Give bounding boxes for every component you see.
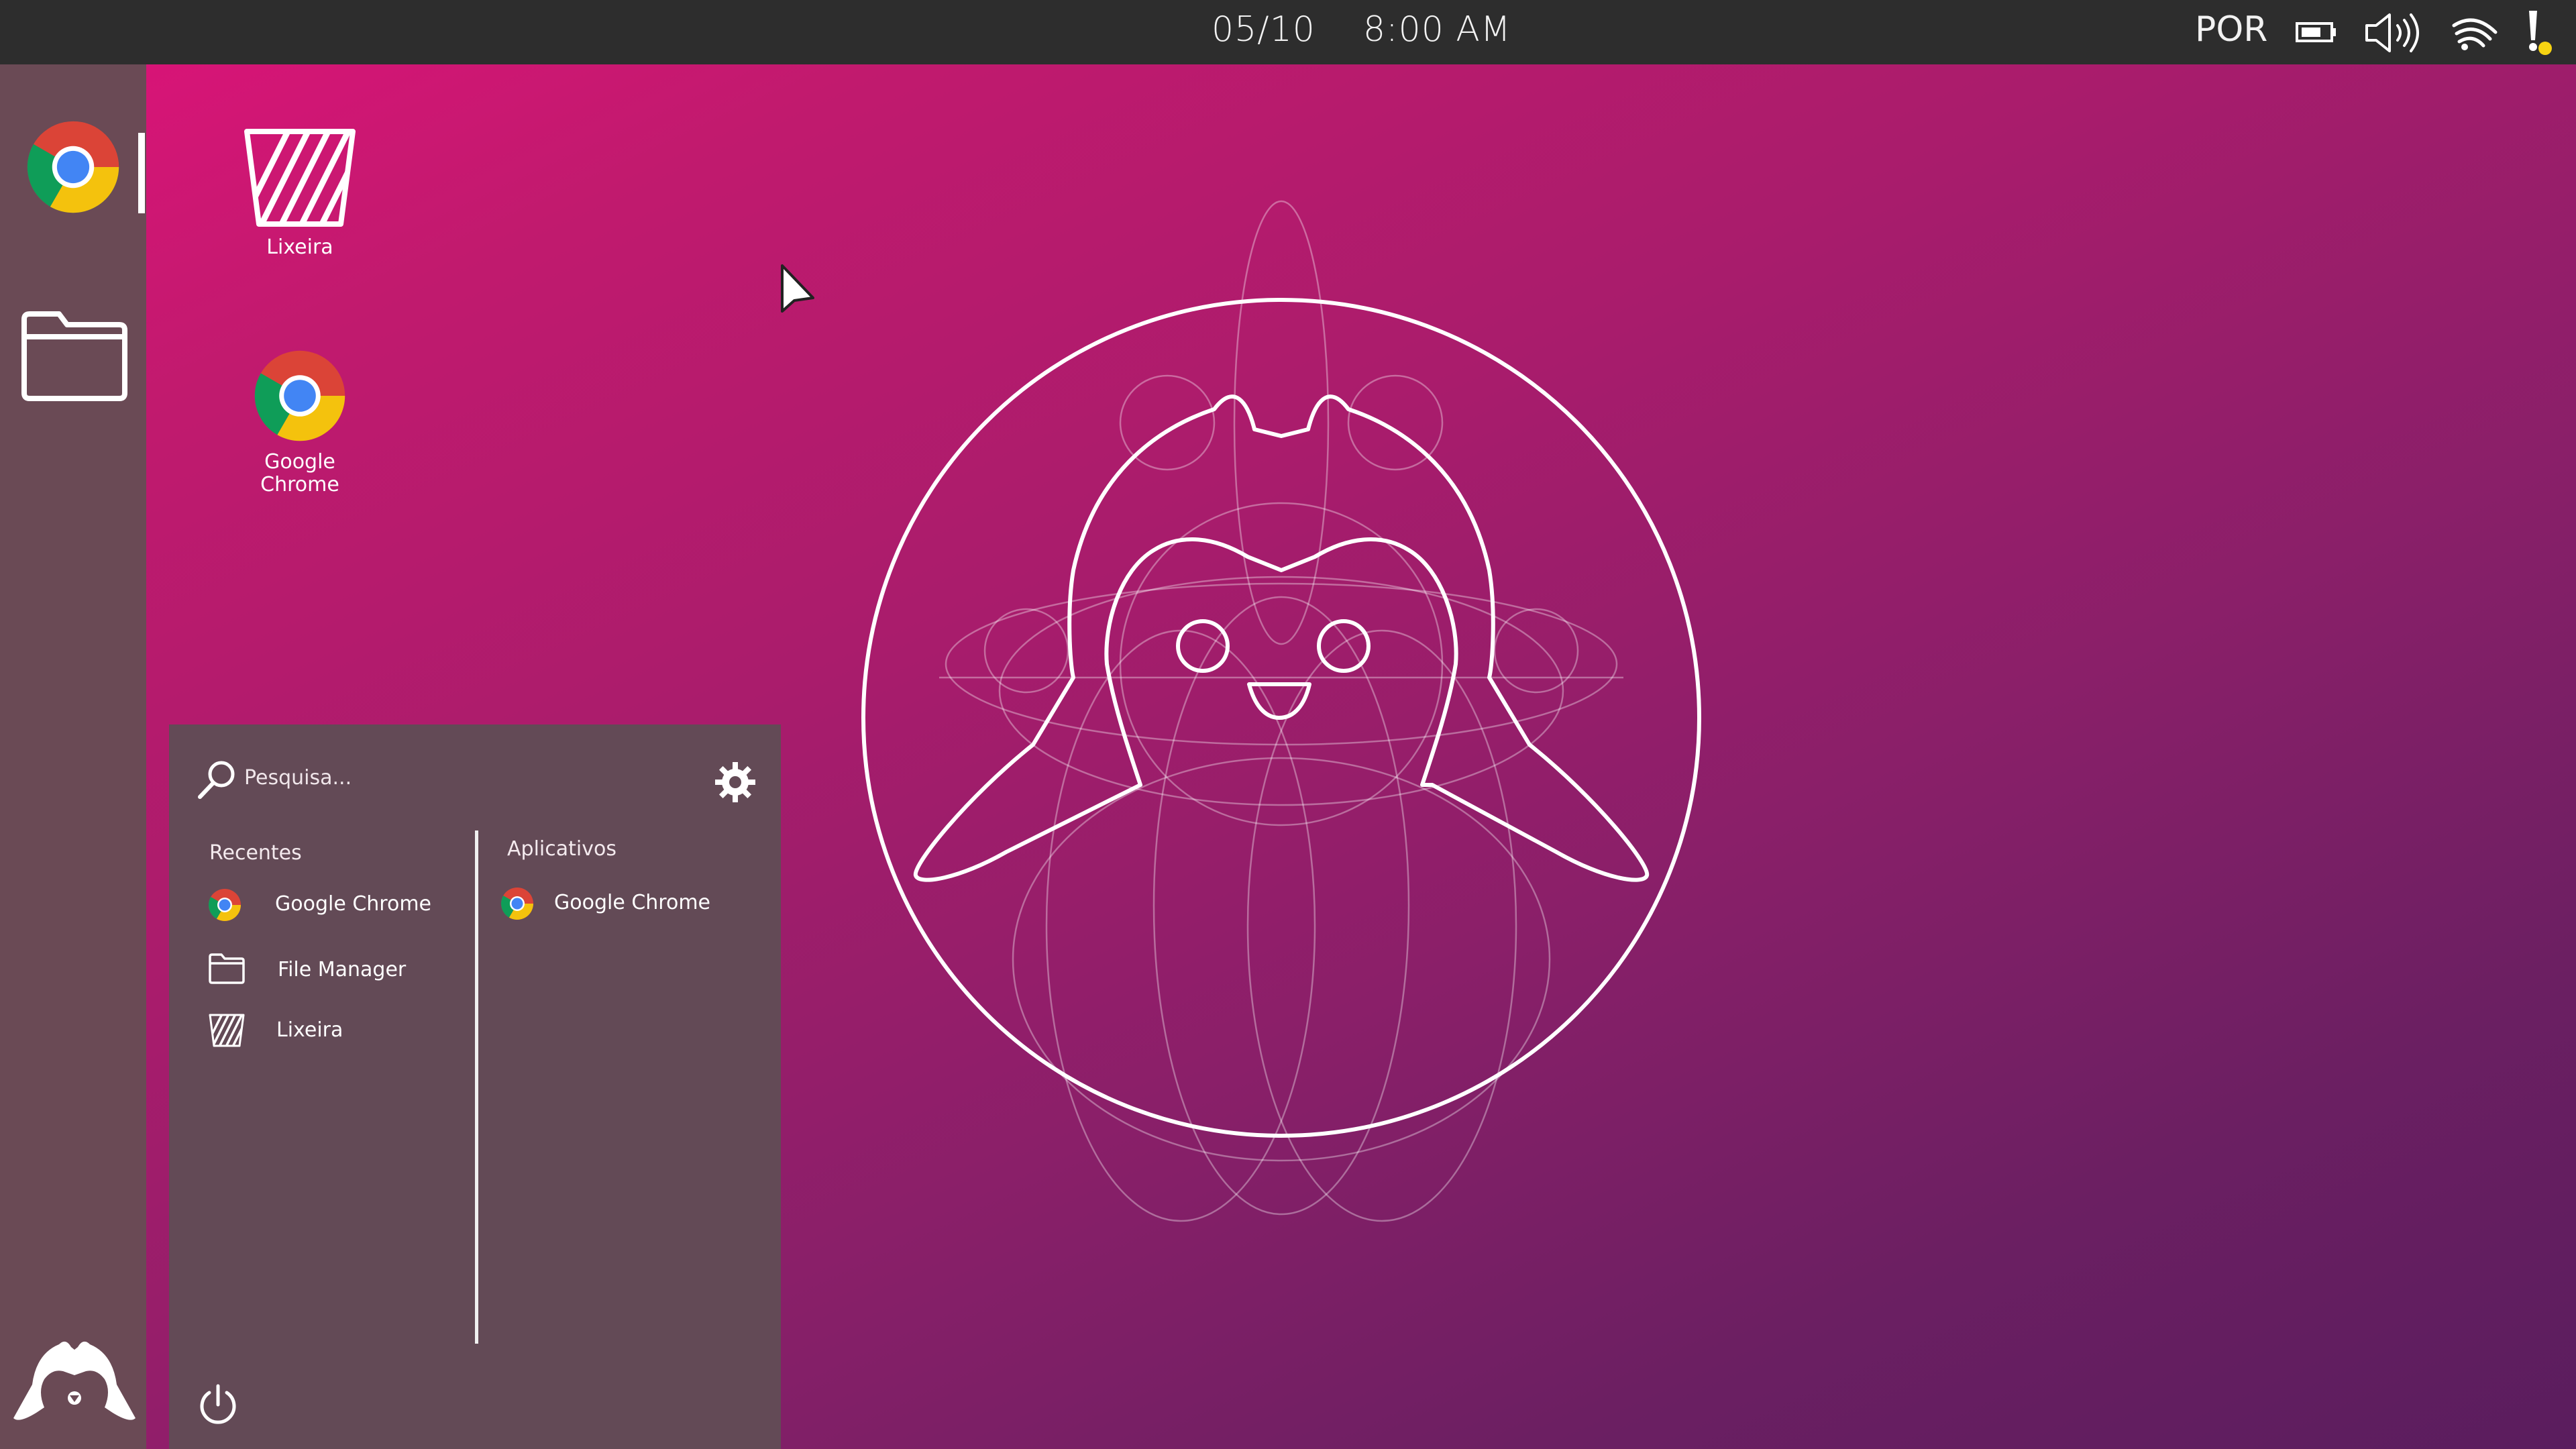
recent-item-label: Google Chrome [275,892,431,916]
notification-alert-icon[interactable] [2524,8,2557,56]
time-display[interactable]: 8:00 AM [1363,9,1511,50]
dock-chrome-icon[interactable] [25,119,121,215]
active-app-indicator [138,133,145,213]
apps-title: Aplicativos [507,837,616,861]
trash-icon [244,129,356,227]
recents-title: Recentes [209,841,302,865]
chrome-icon [208,889,241,922]
trash-icon [209,1014,245,1047]
language-indicator[interactable]: POR [2195,9,2267,50]
date-display[interactable]: 05/10 [1212,9,1316,50]
start-menu: Pesquisa... Recentes Google Chrome File … [169,724,781,1449]
recent-item-trash[interactable]: Lixeira [208,1012,463,1052]
desktop-icon-trash[interactable]: Lixeira [226,127,374,259]
mouse-cursor-icon [781,264,814,313]
penguin-launcher-icon[interactable] [12,1338,137,1429]
chrome-icon [500,888,533,920]
desktop-icon-chrome[interactable]: Google Chrome [226,349,374,496]
recent-item-chrome[interactable]: Google Chrome [208,885,463,926]
chrome-icon [254,350,345,441]
search-bar[interactable]: Pesquisa... [196,745,759,802]
power-icon[interactable] [195,1381,241,1428]
desktop-icon-label: Google Chrome [260,450,339,496]
battery-icon[interactable] [2296,21,2337,43]
desktop-icon-label: Lixeira [266,235,333,259]
volume-icon[interactable] [2364,12,2424,54]
gear-icon[interactable] [714,761,757,804]
recent-item-label: Lixeira [276,1018,343,1042]
recent-item-file-manager[interactable]: File Manager [208,951,463,991]
menu-divider [475,830,478,1344]
search-icon [198,761,235,799]
app-item-chrome[interactable]: Google Chrome [500,884,755,924]
search-input[interactable]: Pesquisa... [244,766,352,790]
left-dock [0,64,146,1449]
recent-item-label: File Manager [278,958,407,981]
folder-icon [209,953,245,984]
penguin-emblem [861,200,1701,1222]
app-item-label: Google Chrome [554,891,710,914]
top-panel: 05/10 8:00 AM POR [0,0,2576,64]
dock-folder-icon[interactable] [19,310,130,404]
wifi-icon[interactable] [2451,12,2498,52]
